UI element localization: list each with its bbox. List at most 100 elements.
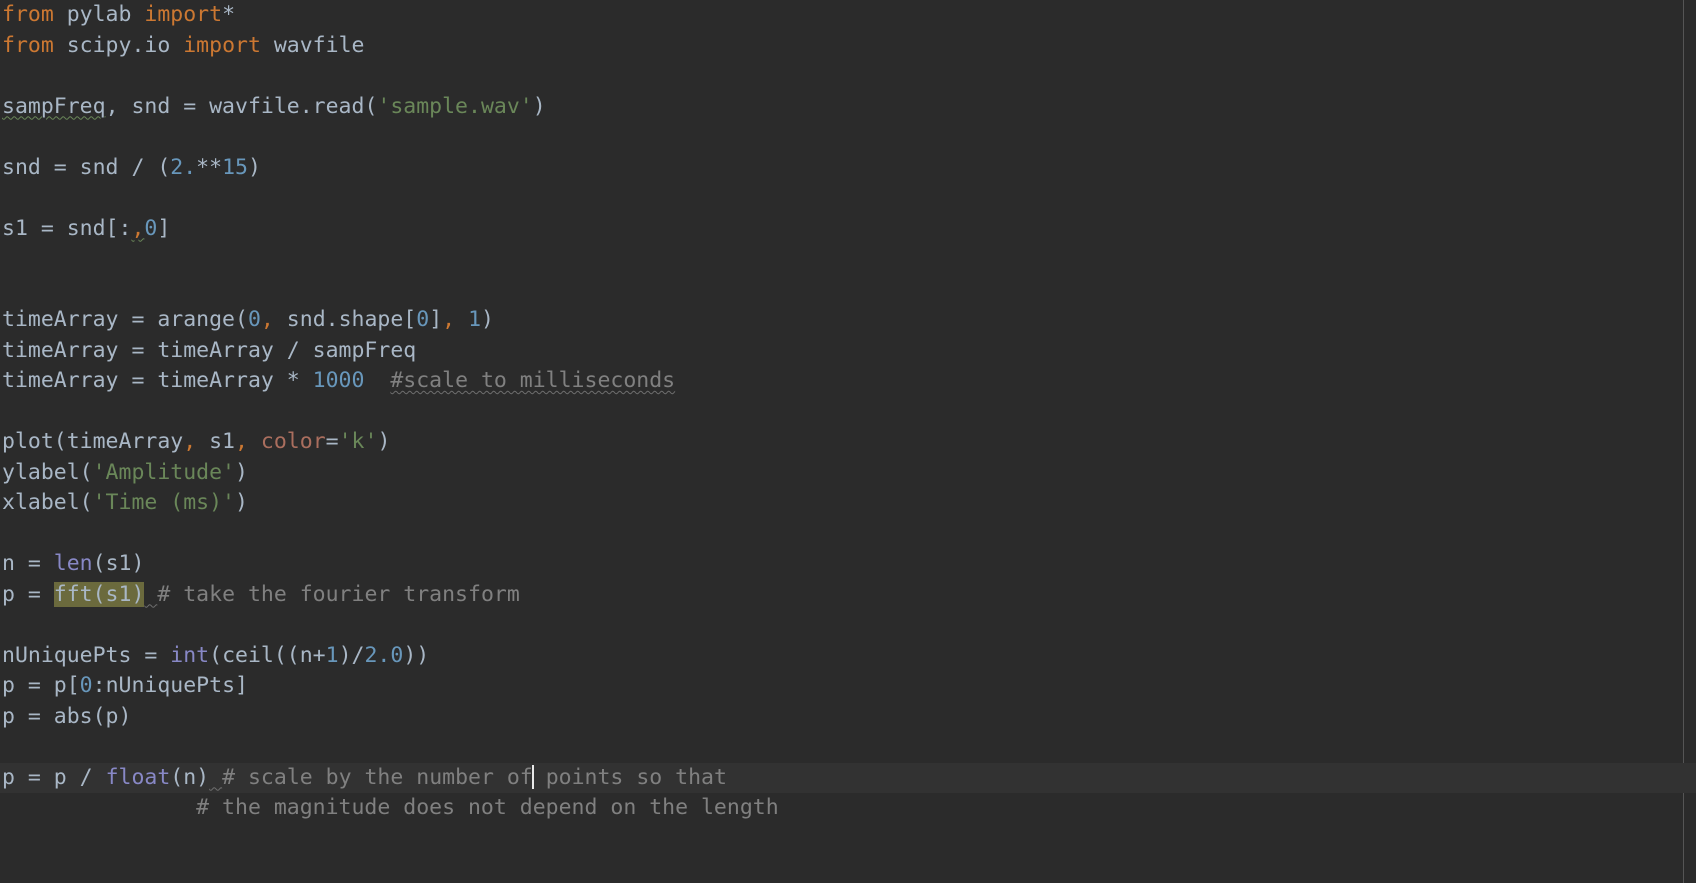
code-token: 'sample.wav' [377,93,533,119]
code-token: # the magnitude does not depend on the l… [2,795,779,820]
code-line[interactable]: plot(timeArray, s1, color='k') [0,427,1696,458]
code-token: , snd = wavfile.read( [105,93,378,119]
code-token: pylab [53,2,145,27]
code-token: )) [403,642,430,668]
code-token: 2.0 [364,642,404,668]
code-token: #scale to milliseconds [390,368,676,393]
code-token: , [183,429,197,454]
code-token: ) [235,459,248,485]
code-line[interactable] [0,519,1696,550]
code-token: points so that [532,764,727,790]
code-token: 'Time (ms)' [92,490,235,515]
code-line[interactable] [0,122,1696,153]
code-token: p = abs(p) [2,703,132,729]
code-token: snd.shape[ [273,307,417,332]
code-token: 2. [170,154,197,180]
code-token: 'k' [338,429,378,454]
code-token: 0 [416,307,430,332]
code-token: # take the fourier transform [157,581,520,607]
code-line[interactable] [0,397,1696,428]
code-token: float [105,764,171,790]
code-token: plot(timeArray [2,429,184,454]
code-token: , [131,215,145,241]
code-line[interactable] [0,183,1696,214]
code-token: from [2,32,54,58]
code-token: ) [377,429,391,454]
code-line[interactable]: from scipy.io import wavfile [0,31,1696,62]
code-line[interactable]: p = p / float(n) # scale by the number o… [0,762,1696,793]
code-token: 1000 [312,368,365,393]
code-token: 15 [222,154,248,180]
code-token: :nUniquePts] [92,673,248,698]
code-token: scipy.io [53,32,184,58]
code-line[interactable]: xlabel('Time (ms)') [0,488,1696,519]
code-token: ylabel( [2,459,93,485]
code-token: from [2,2,54,27]
code-token: ] [157,215,171,241]
code-token: timeArray = arange( [2,307,248,332]
code-token: import [183,32,261,58]
code-token: int [170,642,210,668]
code-line[interactable]: s1 = snd[:,0] [0,214,1696,245]
code-line[interactable] [0,275,1696,306]
code-token: s1 = snd[: [2,215,132,241]
code-editor[interactable]: from pylab import* from scipy.io import w… [0,0,1696,883]
code-token: timeArray = timeArray * [2,368,313,393]
code-line[interactable] [0,244,1696,275]
code-token: len [53,551,93,576]
code-token: )/ [338,642,365,668]
code-token: (ceil((n+ [209,642,326,668]
code-token: p = p[ [2,673,80,698]
code-line[interactable]: nUniquePts = int(ceil((n+1)/2.0)) [0,641,1696,672]
code-token: p = [2,581,54,607]
code-token: 0 [79,673,93,698]
code-token: 0 [247,307,261,332]
code-token: 'Amplitude' [92,459,235,485]
code-line[interactable]: timeArray = timeArray * 1000 #scale to m… [0,366,1696,397]
code-line[interactable]: sampFreq, snd = wavfile.read('sample.wav… [0,92,1696,123]
code-token: , [260,307,274,332]
code-line[interactable] [0,61,1696,92]
code-line[interactable] [0,610,1696,641]
code-token: ) [481,307,494,332]
code-token: 1 [325,642,339,668]
code-token: s1 [196,429,236,454]
code-token: fft(s1) [53,581,145,607]
code-line[interactable]: timeArray = arange(0, snd.shape[0], 1) [0,305,1696,336]
code-token: wavfile [260,32,365,58]
code-area[interactable]: from pylab import* from scipy.io import w… [0,0,1696,824]
code-line[interactable]: # the magnitude does not depend on the l… [0,793,1696,824]
code-line[interactable]: p = p[0:nUniquePts] [0,671,1696,702]
code-token: 0 [144,215,158,241]
code-token: n = [2,551,54,576]
code-token: nUniquePts = [2,642,171,668]
code-line[interactable]: n = len(s1) [0,549,1696,580]
code-token: * [222,2,236,27]
code-token: ) [235,490,248,515]
code-token: p = p / [2,764,106,790]
code-line[interactable]: timeArray = timeArray / sampFreq [0,336,1696,367]
code-token: timeArray = timeArray / sampFreq [2,337,417,363]
code-token: (n) [170,764,210,790]
code-token: (s1) [92,551,145,576]
code-token: 1 [468,307,482,332]
code-line[interactable]: ylabel('Amplitude') [0,458,1696,489]
code-token: , [442,307,456,332]
code-line[interactable]: from pylab import* [0,0,1696,31]
code-token: ] [429,307,443,332]
code-token: xlabel( [2,490,93,515]
code-line[interactable]: p = fft(s1) # take the fourier transform [0,580,1696,611]
code-token: ) [247,154,261,180]
code-line[interactable] [0,732,1696,763]
code-line[interactable]: snd = snd / (2.**15) [0,153,1696,184]
code-token: snd = snd / ( [2,154,171,180]
code-token: ** [196,154,223,180]
code-line[interactable]: p = abs(p) [0,702,1696,733]
code-token: , [235,429,248,454]
code-token: # scale by the number of [222,764,533,790]
